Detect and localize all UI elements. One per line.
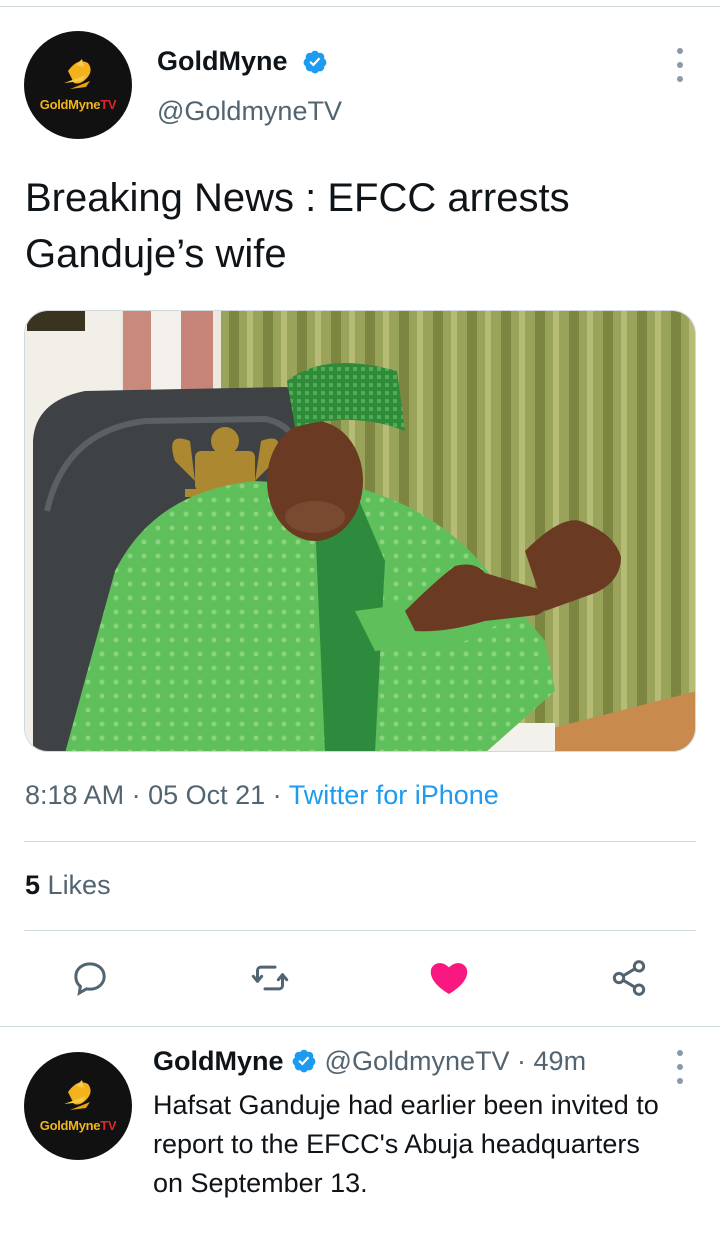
share-icon [612,960,646,996]
tweet-photo[interactable] [24,310,696,752]
retweet-button[interactable] [250,958,290,998]
author-handle[interactable]: @GoldmyneTV [157,96,342,127]
reply-icon [74,962,106,996]
reply-header: GoldMyne @GoldmyneTV · 49m [153,1046,586,1077]
top-divider [0,6,720,7]
share-button[interactable] [609,958,649,998]
goldmyne-logo-icon [64,59,91,89]
like-button[interactable] [429,958,469,998]
verified-badge-icon [292,1049,316,1073]
divider [24,930,696,931]
meta-dot: · [517,1046,534,1076]
tweet-time: 8:18 AM [25,780,125,810]
tweet-meta: 8:18 AM · 05 Oct 21 · Twitter for iPhone [25,780,499,811]
retweet-icon [251,965,289,991]
reply-author-handle[interactable]: @GoldmyneTV [325,1046,510,1076]
reply-author-name[interactable]: GoldMyne [153,1046,284,1076]
tweet-source-link[interactable]: Twitter for iPhone [289,780,499,810]
author-avatar[interactable]: GoldMyneTV [24,31,132,139]
like-heart-icon [430,963,468,994]
reply-author-avatar[interactable]: GoldMyneTV [24,1052,132,1160]
avatar-logo-text: GoldMyneTV [39,1118,117,1133]
reply-text: Hafsat Ganduje had earlier been invited … [153,1090,659,1198]
photo-illustration [25,311,695,751]
tweet-text: Breaking News : EFCC arrests Ganduje’s w… [25,176,570,276]
likes-label: Likes [47,870,111,900]
more-options-icon[interactable] [670,1050,690,1084]
thread-separator [0,1026,720,1027]
goldmyne-logo-icon [64,1080,91,1110]
meta-dot: · [272,780,289,810]
more-options-icon[interactable] [670,48,690,82]
avatar-logo-text: GoldMyneTV [39,97,117,112]
meta-dot: · [131,780,149,810]
tweet-date: 05 Oct 21 [148,780,266,810]
divider [24,841,696,842]
reply-age: 49m [533,1046,587,1076]
reply-button[interactable] [70,958,110,998]
verified-badge-icon [303,50,327,74]
likes-count[interactable]: 5 Likes [25,870,111,901]
author-name[interactable]: GoldMyne [157,46,288,77]
likes-number: 5 [25,870,41,900]
